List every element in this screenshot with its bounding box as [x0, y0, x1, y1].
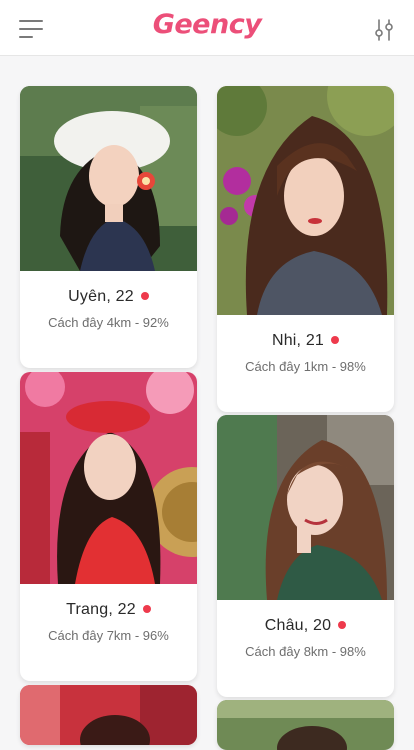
profile-distance-match: Cách đây 7km - 96% — [48, 628, 169, 643]
profile-distance-match: Cách đây 1km - 98% — [245, 359, 366, 374]
profile-card[interactable]: Uyên, 22 Cách đây 4km - 92% — [20, 86, 197, 368]
filter-button[interactable] — [372, 18, 396, 42]
profile-name: Trang, 22 — [66, 601, 136, 618]
profile-distance-match: Cách đây 8km - 98% — [245, 644, 366, 659]
profile-card[interactable]: Trang, 22 Cách đây 7km - 96% — [20, 372, 197, 681]
profile-name: Uyên, 22 — [68, 288, 134, 305]
online-status-dot — [331, 336, 340, 344]
brand-logo: Geency — [152, 9, 262, 40]
profile-distance-match: Cách đây 4km - 92% — [48, 315, 169, 330]
sliders-filter-icon — [375, 19, 393, 41]
profile-name: Châu, 20 — [264, 617, 332, 634]
online-status-dot — [140, 292, 149, 300]
profile-name: Nhi, 21 — [271, 332, 325, 349]
online-status-dot — [338, 621, 347, 629]
profile-photo — [20, 685, 197, 745]
profile-card[interactable] — [217, 700, 394, 750]
profile-photo — [217, 415, 394, 600]
profile-photo — [217, 86, 394, 315]
top-bar: Geency — [0, 0, 414, 56]
profile-photo — [20, 372, 197, 584]
profile-photo — [20, 86, 197, 271]
profile-card[interactable] — [20, 685, 197, 745]
online-status-dot — [142, 605, 151, 613]
profile-photo — [217, 700, 394, 750]
profile-card[interactable]: Nhi, 21 Cách đây 1km - 98% — [217, 86, 394, 412]
profile-card[interactable]: Châu, 20 Cách đây 8km - 98% — [217, 415, 394, 697]
